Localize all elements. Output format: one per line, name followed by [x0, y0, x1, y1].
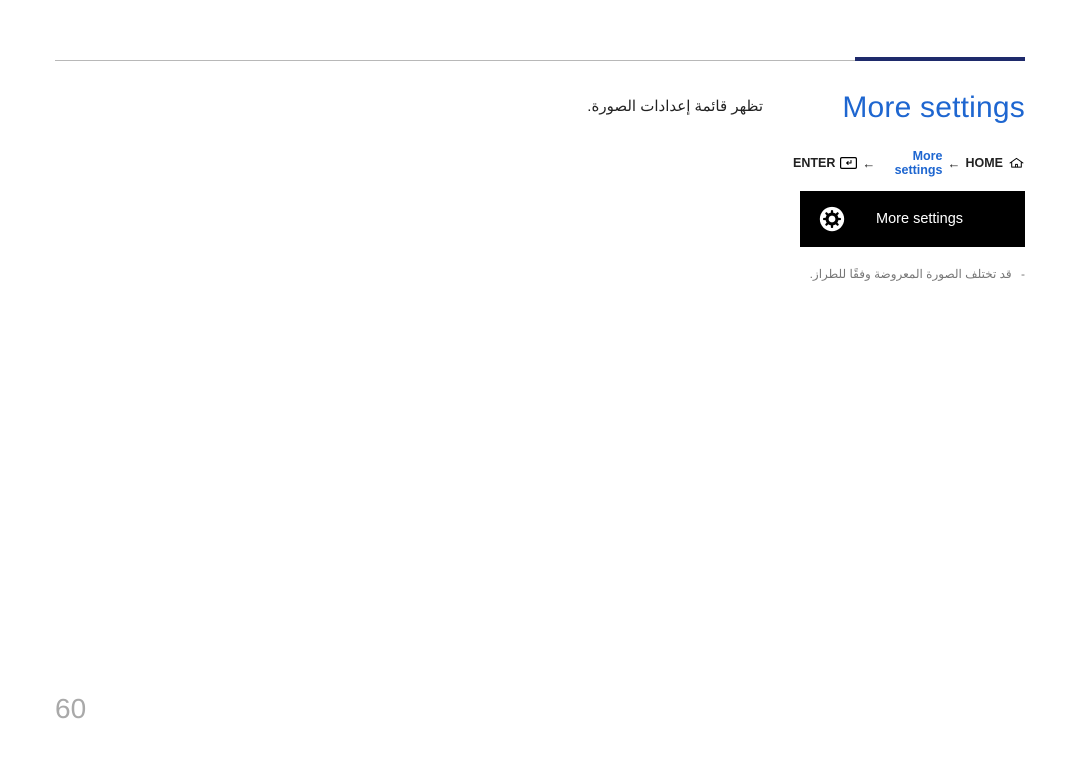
enter-icon: [840, 157, 857, 169]
header-rule: [55, 60, 1025, 61]
gear-icon: [818, 205, 846, 233]
note-text: قد تختلف الصورة المعروضة وفقًا للطراز.: [810, 267, 1012, 281]
header-accent: [855, 57, 1025, 61]
note-dash: -: [1021, 267, 1025, 281]
more-settings-menu-item[interactable]: More settings: [800, 191, 1025, 247]
breadcrumb-arrow-2: ←: [948, 156, 961, 171]
document-page: تظهر قائمة إعدادات الصورة. More settings…: [0, 0, 1080, 763]
section-title: More settings: [793, 91, 1025, 125]
home-icon: [1008, 157, 1025, 169]
breadcrumb-more-settings: More settings: [880, 149, 942, 177]
breadcrumb-home-label: HOME: [966, 156, 1004, 170]
page-number: 60: [55, 693, 86, 725]
description-column: تظهر قائمة إعدادات الصورة.: [55, 91, 793, 115]
picture-settings-description: تظهر قائمة إعدادات الصورة.: [55, 97, 763, 115]
breadcrumb: ENTER ← More settings ← HOME: [793, 149, 1025, 177]
content-row: تظهر قائمة إعدادات الصورة. More settings…: [55, 91, 1025, 281]
settings-panel: More settings ENTER ← More settings ← HO…: [793, 91, 1025, 281]
menu-item-label: More settings: [876, 211, 963, 227]
model-disclaimer-note: - قد تختلف الصورة المعروضة وفقًا للطراز.: [793, 267, 1025, 281]
breadcrumb-arrow-1: ←: [862, 156, 875, 171]
breadcrumb-enter-label: ENTER: [793, 156, 835, 170]
